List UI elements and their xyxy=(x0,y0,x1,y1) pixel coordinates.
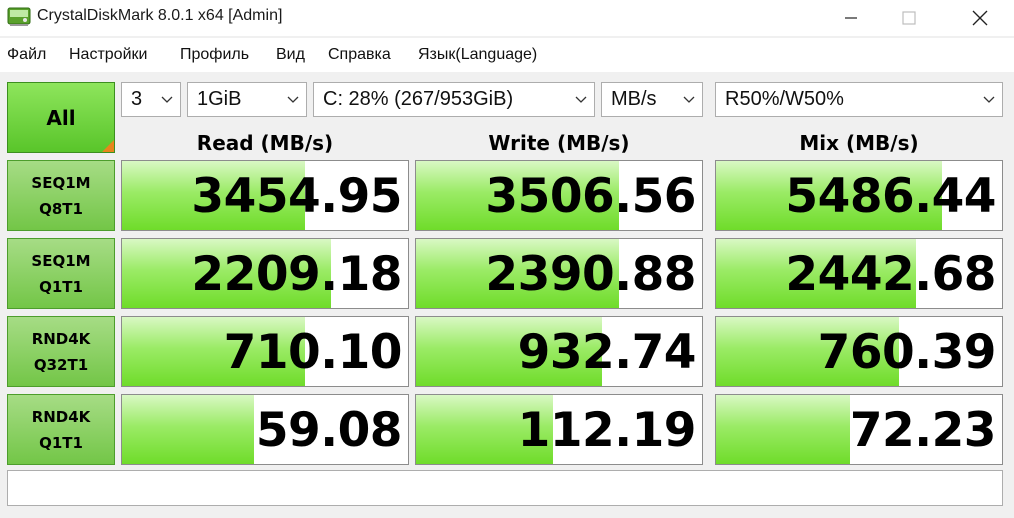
read-header: Read (MB/s) xyxy=(196,131,334,155)
test-size-select[interactable]: 1GiB xyxy=(187,82,307,117)
mix-result: 760.39 xyxy=(715,316,1003,387)
write-result: 932.74 xyxy=(415,316,703,387)
read-result: 710.10 xyxy=(121,316,409,387)
write-result: 112.19 xyxy=(415,394,703,465)
mix-value: 2442.68 xyxy=(785,247,996,302)
test-size-value: 1GiB xyxy=(197,88,242,110)
read-value: 2209.18 xyxy=(191,247,402,302)
mix-value: 5486.44 xyxy=(785,169,996,224)
close-button[interactable] xyxy=(951,0,1009,36)
read-result: 2209.18 xyxy=(121,238,409,309)
mix-result: 72.23 xyxy=(715,394,1003,465)
comment-field[interactable] xyxy=(7,470,1003,506)
menu-profile[interactable]: Профиль xyxy=(180,46,249,64)
test-count-select[interactable]: 3 xyxy=(121,82,181,117)
test-label-line2: Q8T1 xyxy=(39,199,83,218)
write-value: 2390.88 xyxy=(485,247,696,302)
mix-result: 5486.44 xyxy=(715,160,1003,231)
all-button-label: All xyxy=(46,105,76,130)
close-icon xyxy=(972,10,988,26)
read-value: 710.10 xyxy=(223,325,403,380)
test-label-line1: RND4K xyxy=(31,407,91,426)
menu-view[interactable]: Вид xyxy=(276,46,305,64)
window-title: CrystalDiskMark 8.0.1 x64 [Admin] xyxy=(37,7,283,24)
mix-value: 760.39 xyxy=(817,325,997,380)
chevron-down-icon xyxy=(983,96,995,103)
menu-language[interactable]: Язык(Language) xyxy=(418,46,537,64)
mix-header: Mix (MB/s) xyxy=(799,131,919,155)
mix-ratio-select[interactable]: R50%/W50% xyxy=(715,82,1003,117)
read-value: 3454.95 xyxy=(191,169,402,224)
mix-value: 72.23 xyxy=(849,403,997,458)
mix-progress-bar xyxy=(716,395,851,464)
menu-settings[interactable]: Настройки xyxy=(69,46,147,64)
test-label-line2: Q1T1 xyxy=(39,277,83,296)
test-label-line1: RND4K xyxy=(31,329,91,348)
test-seq1m-q8t1-button[interactable]: SEQ1M Q8T1 xyxy=(7,160,115,231)
test-seq1m-q1t1-button[interactable]: SEQ1M Q1T1 xyxy=(7,238,115,309)
minimize-button[interactable] xyxy=(822,0,880,36)
read-value: 59.08 xyxy=(255,403,403,458)
chevron-down-icon xyxy=(575,96,587,103)
mix-result: 2442.68 xyxy=(715,238,1003,309)
menu-help[interactable]: Справка xyxy=(328,46,391,64)
test-rnd4k-q1t1-button[interactable]: RND4K Q1T1 xyxy=(7,394,115,465)
test-label-line2: Q1T1 xyxy=(39,433,83,452)
read-progress-bar xyxy=(122,395,254,464)
write-value: 112.19 xyxy=(517,403,697,458)
all-button[interactable]: All xyxy=(7,82,115,153)
write-value: 3506.56 xyxy=(485,169,696,224)
write-result: 2390.88 xyxy=(415,238,703,309)
drive-select[interactable]: C: 28% (267/953GiB) xyxy=(313,82,595,117)
write-header: Write (MB/s) xyxy=(488,131,630,155)
menu-bar: Файл Настройки Профиль Вид Справка Язык(… xyxy=(0,38,1014,72)
maximize-icon xyxy=(902,11,916,25)
unit-value: MB/s xyxy=(611,88,657,110)
maximize-button[interactable] xyxy=(880,0,938,36)
read-result: 59.08 xyxy=(121,394,409,465)
write-value: 932.74 xyxy=(517,325,697,380)
test-label-line1: SEQ1M xyxy=(31,173,91,192)
test-count-value: 3 xyxy=(131,88,143,110)
corner-marker xyxy=(102,140,114,152)
read-result: 3454.95 xyxy=(121,160,409,231)
test-label-line2: Q32T1 xyxy=(33,355,89,374)
menu-file[interactable]: Файл xyxy=(7,46,46,64)
test-label-line1: SEQ1M xyxy=(31,251,91,270)
chevron-down-icon xyxy=(161,96,173,103)
unit-select[interactable]: MB/s xyxy=(601,82,703,117)
test-rnd4k-q32t1-button[interactable]: RND4K Q32T1 xyxy=(7,316,115,387)
app-icon xyxy=(7,7,31,26)
write-result: 3506.56 xyxy=(415,160,703,231)
title-bar: CrystalDiskMark 8.0.1 x64 [Admin] xyxy=(0,0,1014,36)
minimize-icon xyxy=(845,17,857,19)
chevron-down-icon xyxy=(287,96,299,103)
mix-ratio-value: R50%/W50% xyxy=(725,88,844,110)
drive-value: C: 28% (267/953GiB) xyxy=(323,88,514,110)
chevron-down-icon xyxy=(683,96,695,103)
